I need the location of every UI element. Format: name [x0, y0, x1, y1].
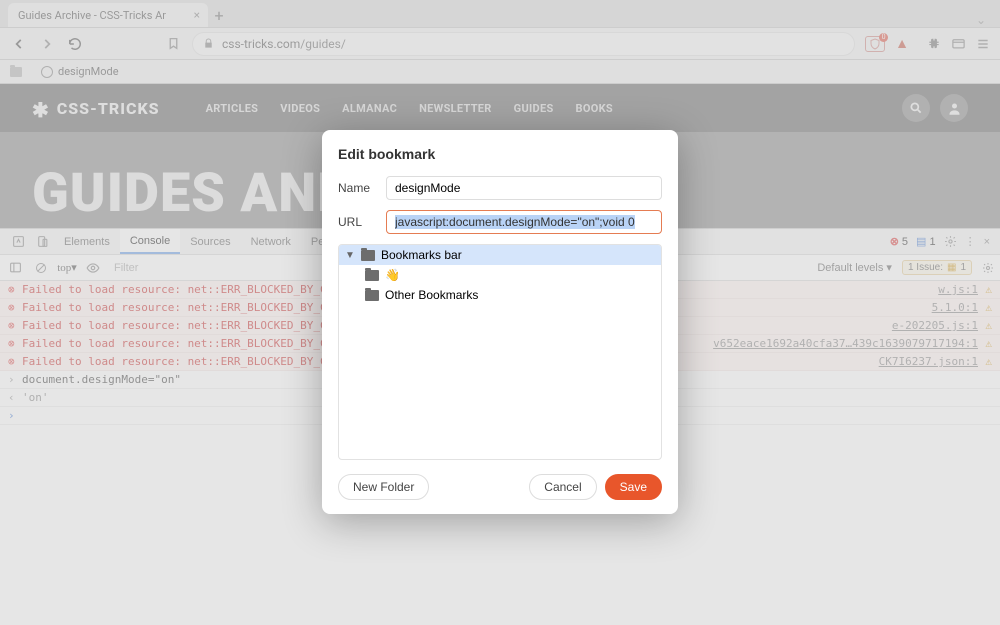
device-icon[interactable] [30, 229, 54, 254]
edit-bookmark-dialog: Edit bookmark Name URL ▼Bookmarks bar 👋 … [322, 130, 678, 514]
extensions-icon[interactable] [927, 37, 941, 51]
bookmarks-bar: designMode [0, 60, 1000, 84]
issues-pill[interactable]: 1 Issue:▦1 [902, 260, 972, 275]
browser-tabstrip: Guides Archive - CSS-Tricks Ar × + ⌄ [0, 0, 1000, 28]
brave-icon[interactable]: ▲ [895, 35, 909, 52]
bookmark-icon[interactable] [164, 35, 182, 53]
bookmarks-bar-item[interactable]: designMode [41, 65, 119, 78]
tab-title: Guides Archive - CSS-Tricks Ar [18, 9, 188, 22]
lock-icon [203, 38, 214, 49]
sidebar-toggle-icon[interactable] [6, 261, 24, 274]
search-icon[interactable] [902, 94, 930, 122]
eye-icon[interactable] [84, 261, 102, 275]
address-text: css-tricks.com/guides/ [222, 37, 346, 51]
issue-count-badge[interactable]: ▤1 [916, 235, 936, 248]
clear-console-icon[interactable] [32, 262, 50, 274]
folder-tree: ▼Bookmarks bar 👋 Other Bookmarks [338, 244, 662, 460]
close-tab-icon[interactable]: × [194, 9, 200, 21]
gear-icon[interactable] [982, 262, 994, 274]
globe-icon [41, 66, 53, 78]
nav-link[interactable]: NEWSLETTER [419, 102, 492, 115]
devtools-tab-console[interactable]: Console [120, 229, 180, 254]
folder-icon [10, 67, 22, 77]
site-header: ✱CSS-TRICKS ARTICLES VIDEOS ALMANAC NEWS… [0, 84, 1000, 132]
browser-tab[interactable]: Guides Archive - CSS-Tricks Ar × [8, 3, 208, 27]
devtools-tab-sources[interactable]: Sources [180, 229, 240, 254]
site-nav: ARTICLES VIDEOS ALMANAC NEWSLETTER GUIDE… [206, 102, 613, 115]
name-input[interactable] [386, 176, 662, 200]
nav-link[interactable]: ALMANAC [342, 102, 397, 115]
tree-row[interactable]: 👋 [339, 265, 661, 285]
tree-row[interactable]: Other Bookmarks [339, 285, 661, 305]
menu-icon[interactable] [976, 37, 990, 51]
error-count-badge[interactable]: ⊗5 [890, 235, 908, 248]
tab-overflow-icon[interactable]: ⌄ [976, 13, 992, 27]
nav-link[interactable]: BOOKS [576, 102, 613, 115]
folder-icon [365, 290, 379, 301]
disclosure-icon[interactable]: ▼ [345, 250, 355, 261]
cancel-button[interactable]: Cancel [529, 474, 596, 500]
new-tab-button[interactable]: + [208, 3, 230, 27]
account-icon[interactable] [940, 94, 968, 122]
folder-icon [365, 270, 379, 281]
asterisk-icon: ✱ [32, 98, 50, 122]
forward-button[interactable] [38, 35, 56, 53]
kebab-icon[interactable]: ⋮ [965, 235, 976, 248]
reload-button[interactable] [66, 35, 84, 53]
close-devtools-icon[interactable]: × [984, 236, 990, 248]
folder-icon [361, 250, 375, 261]
tree-row[interactable]: ▼Bookmarks bar [339, 245, 661, 265]
new-folder-button[interactable]: New Folder [338, 474, 429, 500]
shield-icon[interactable]: 0 [865, 36, 885, 52]
address-bar[interactable]: css-tricks.com/guides/ [192, 32, 855, 56]
gear-icon[interactable] [944, 235, 957, 248]
back-button[interactable] [10, 35, 28, 53]
log-levels-dropdown[interactable]: Default levels ▾ [817, 261, 892, 274]
devtools-tab-elements[interactable]: Elements [54, 229, 120, 254]
name-label: Name [338, 181, 376, 195]
save-button[interactable]: Save [605, 474, 662, 500]
devtools-tab-network[interactable]: Network [241, 229, 301, 254]
url-input[interactable] [386, 210, 662, 234]
nav-link[interactable]: VIDEOS [280, 102, 320, 115]
inspect-icon[interactable] [6, 229, 30, 254]
url-label: URL [338, 215, 376, 229]
context-selector[interactable]: top ▾ [58, 261, 76, 274]
site-logo[interactable]: ✱CSS-TRICKS [32, 96, 160, 120]
browser-toolbar: css-tricks.com/guides/ 0 ▲ [0, 28, 1000, 60]
bookmarks-bar-folder[interactable] [10, 67, 27, 77]
nav-link[interactable]: GUIDES [514, 102, 554, 115]
wallet-icon[interactable] [951, 36, 966, 51]
dialog-title: Edit bookmark [338, 146, 662, 162]
nav-link[interactable]: ARTICLES [206, 102, 259, 115]
